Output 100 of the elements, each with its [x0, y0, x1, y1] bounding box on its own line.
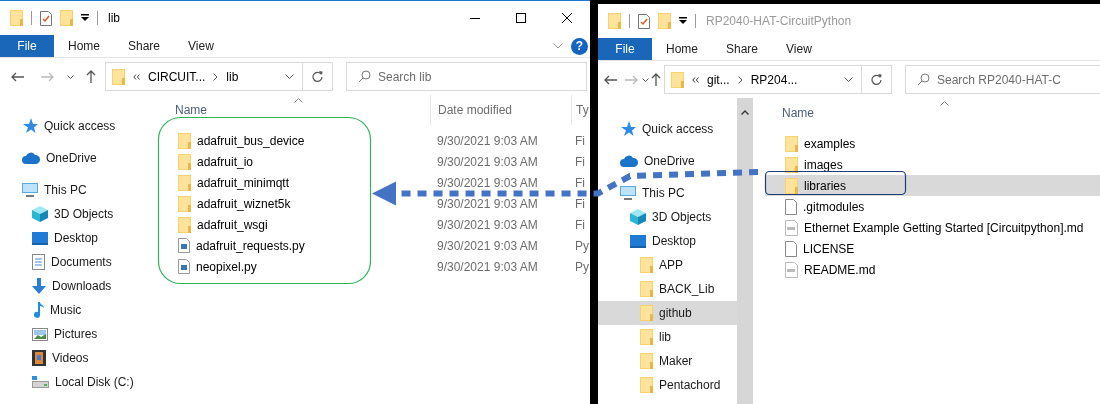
ribbon-tab[interactable]: File	[598, 38, 652, 60]
file-row[interactable]: LICENSE	[765, 238, 1100, 259]
type-cell: Py	[575, 238, 589, 253]
sidebar-item[interactable]: Music	[0, 298, 157, 322]
sidebar-item[interactable]: Pictures	[0, 322, 157, 346]
sidebar-item[interactable]: OneDrive	[0, 146, 157, 170]
search-field[interactable]: Search RP2040-HAT-C	[905, 65, 1100, 94]
breadcrumb[interactable]: CIRCUIT...	[148, 69, 206, 84]
script-file-icon	[178, 238, 190, 253]
script-file-icon	[178, 259, 190, 274]
sidebar-item[interactable]: lib	[598, 325, 737, 349]
ribbon-tab[interactable]: Home	[54, 35, 114, 57]
sidebar-item[interactable]: Pentachord	[598, 373, 737, 397]
ribbon-expand-icon[interactable]	[553, 43, 563, 49]
folder-icon	[640, 353, 653, 369]
file-row[interactable]: adafruit_requests.py 9/30/2021 9:03 AM Py	[158, 235, 590, 256]
file-row[interactable]: adafruit_io 9/30/2021 9:03 AM Fi	[158, 151, 590, 172]
folder-icon	[178, 216, 191, 233]
file-row[interactable]: examples	[765, 133, 1100, 154]
file-name: adafruit_requests.py	[196, 238, 305, 253]
refresh-icon	[871, 74, 882, 85]
help-button[interactable]: ?	[571, 37, 588, 55]
sidebar-item[interactable]: 3D Objects	[0, 202, 157, 226]
folder-icon	[178, 132, 191, 149]
file-row[interactable]: adafruit_wsgi 9/30/2021 9:03 AM Fi	[158, 214, 590, 235]
date-cell: 9/30/2021 9:03 AM	[437, 133, 538, 148]
folder-icon	[640, 329, 653, 345]
cube-icon	[32, 206, 48, 222]
file-row[interactable]: Ethernet Example Getting Started [Circuitpython].md	[765, 217, 1100, 238]
chevron-right-icon	[213, 72, 219, 81]
column-header[interactable]: Date modified	[430, 95, 571, 125]
sidebar-item[interactable]: Documents	[0, 250, 157, 274]
refresh-icon	[312, 71, 323, 82]
markdown-file-icon	[785, 219, 798, 236]
sidebar-item[interactable]: github	[598, 301, 737, 325]
document-icon	[32, 254, 45, 270]
column-header[interactable]: Name	[158, 95, 430, 125]
sort-caret-icon	[294, 98, 303, 103]
file-row[interactable]: adafruit_bus_device 9/30/2021 9:03 AM Fi	[158, 130, 590, 151]
sidebar-item[interactable]: Maker	[598, 349, 737, 373]
column-header[interactable]: Ty	[571, 95, 589, 125]
sidebar-item[interactable]: This PC	[0, 178, 157, 202]
file-name: neopixel.py	[196, 259, 257, 274]
screen-icon	[32, 231, 48, 245]
file-row[interactable]: adafruit_minimqtt 9/30/2021 9:03 AM Fi	[158, 172, 590, 193]
scrollbar[interactable]	[737, 98, 753, 404]
breadcrumb[interactable]: git...	[707, 72, 730, 87]
folder-icon	[640, 281, 653, 297]
folder-icon	[785, 135, 798, 152]
cloud-icon	[620, 155, 638, 167]
date-cell: 9/30/2021 9:03 AM	[437, 175, 538, 190]
sidebar-item[interactable]: OneDrive	[598, 149, 737, 173]
address-bar[interactable]: git... RP204...	[664, 65, 892, 94]
column-header[interactable]: Name	[765, 98, 1100, 128]
sidebar-item[interactable]: 3D Objects	[598, 205, 737, 229]
dropdown-icon[interactable]	[679, 17, 687, 25]
ribbon-tab[interactable]: Share	[712, 38, 773, 60]
type-cell: Py	[575, 259, 589, 274]
ribbon-tab[interactable]: View	[174, 35, 228, 57]
forward-arrow-icon	[625, 74, 638, 85]
sidebar-item[interactable]: This PC	[598, 181, 737, 205]
breadcrumb[interactable]: lib	[226, 69, 239, 84]
file-row[interactable]: libraries	[765, 175, 1100, 196]
cube-icon	[630, 209, 646, 225]
sidebar-item[interactable]: Downloads	[0, 274, 157, 298]
double-chevron-icon	[692, 76, 699, 83]
scroll-up-icon	[741, 110, 749, 115]
dropdown-icon[interactable]	[81, 14, 89, 22]
file-name: Ethernet Example Getting Started [Circuitpython].md	[804, 220, 1084, 235]
caret-icon	[642, 77, 649, 82]
sidebar-item[interactable]: Local Disk (C:)	[0, 370, 157, 394]
address-bar[interactable]: CIRCUIT... lib	[105, 62, 333, 91]
file-row[interactable]: neopixel.py 9/30/2021 9:03 AM Py	[158, 256, 590, 277]
file-row[interactable]: README.md	[765, 259, 1100, 280]
file-name: adafruit_minimqtt	[197, 175, 290, 190]
double-chevron-icon	[133, 73, 140, 80]
file-icon	[785, 240, 797, 257]
sidebar-item[interactable]: Videos	[0, 346, 157, 370]
screen-icon	[630, 234, 646, 248]
sidebar-item[interactable]: Quick access	[598, 117, 737, 141]
file-name: LICENSE	[803, 241, 855, 256]
close-icon	[562, 13, 572, 23]
sidebar-item[interactable]: Quick access	[0, 114, 157, 138]
ribbon-tab[interactable]: Home	[652, 38, 712, 60]
breadcrumb[interactable]: RP204...	[750, 72, 798, 87]
ribbon-tab[interactable]: File	[0, 35, 54, 57]
search-icon	[358, 70, 371, 83]
file-row[interactable]: images	[765, 154, 1100, 175]
sidebar-item[interactable]: APP	[598, 253, 737, 277]
file-row[interactable]: adafruit_wiznet5k 9/30/2021 9:03 AM Fi	[158, 193, 590, 214]
ribbon-tab[interactable]: Share	[114, 35, 175, 57]
ribbon-tab[interactable]: View	[772, 38, 826, 60]
file-name: adafruit_io	[197, 154, 254, 169]
sidebar-item[interactable]: BACK_Lib	[598, 277, 737, 301]
file-row[interactable]: .gitmodules	[765, 196, 1100, 217]
sidebar-item[interactable]: Desktop	[0, 226, 157, 250]
star-icon	[22, 118, 38, 134]
search-field[interactable]: Search lib	[346, 62, 587, 91]
date-cell: 9/30/2021 9:03 AM	[437, 217, 538, 232]
sidebar-item[interactable]: Desktop	[598, 229, 737, 253]
